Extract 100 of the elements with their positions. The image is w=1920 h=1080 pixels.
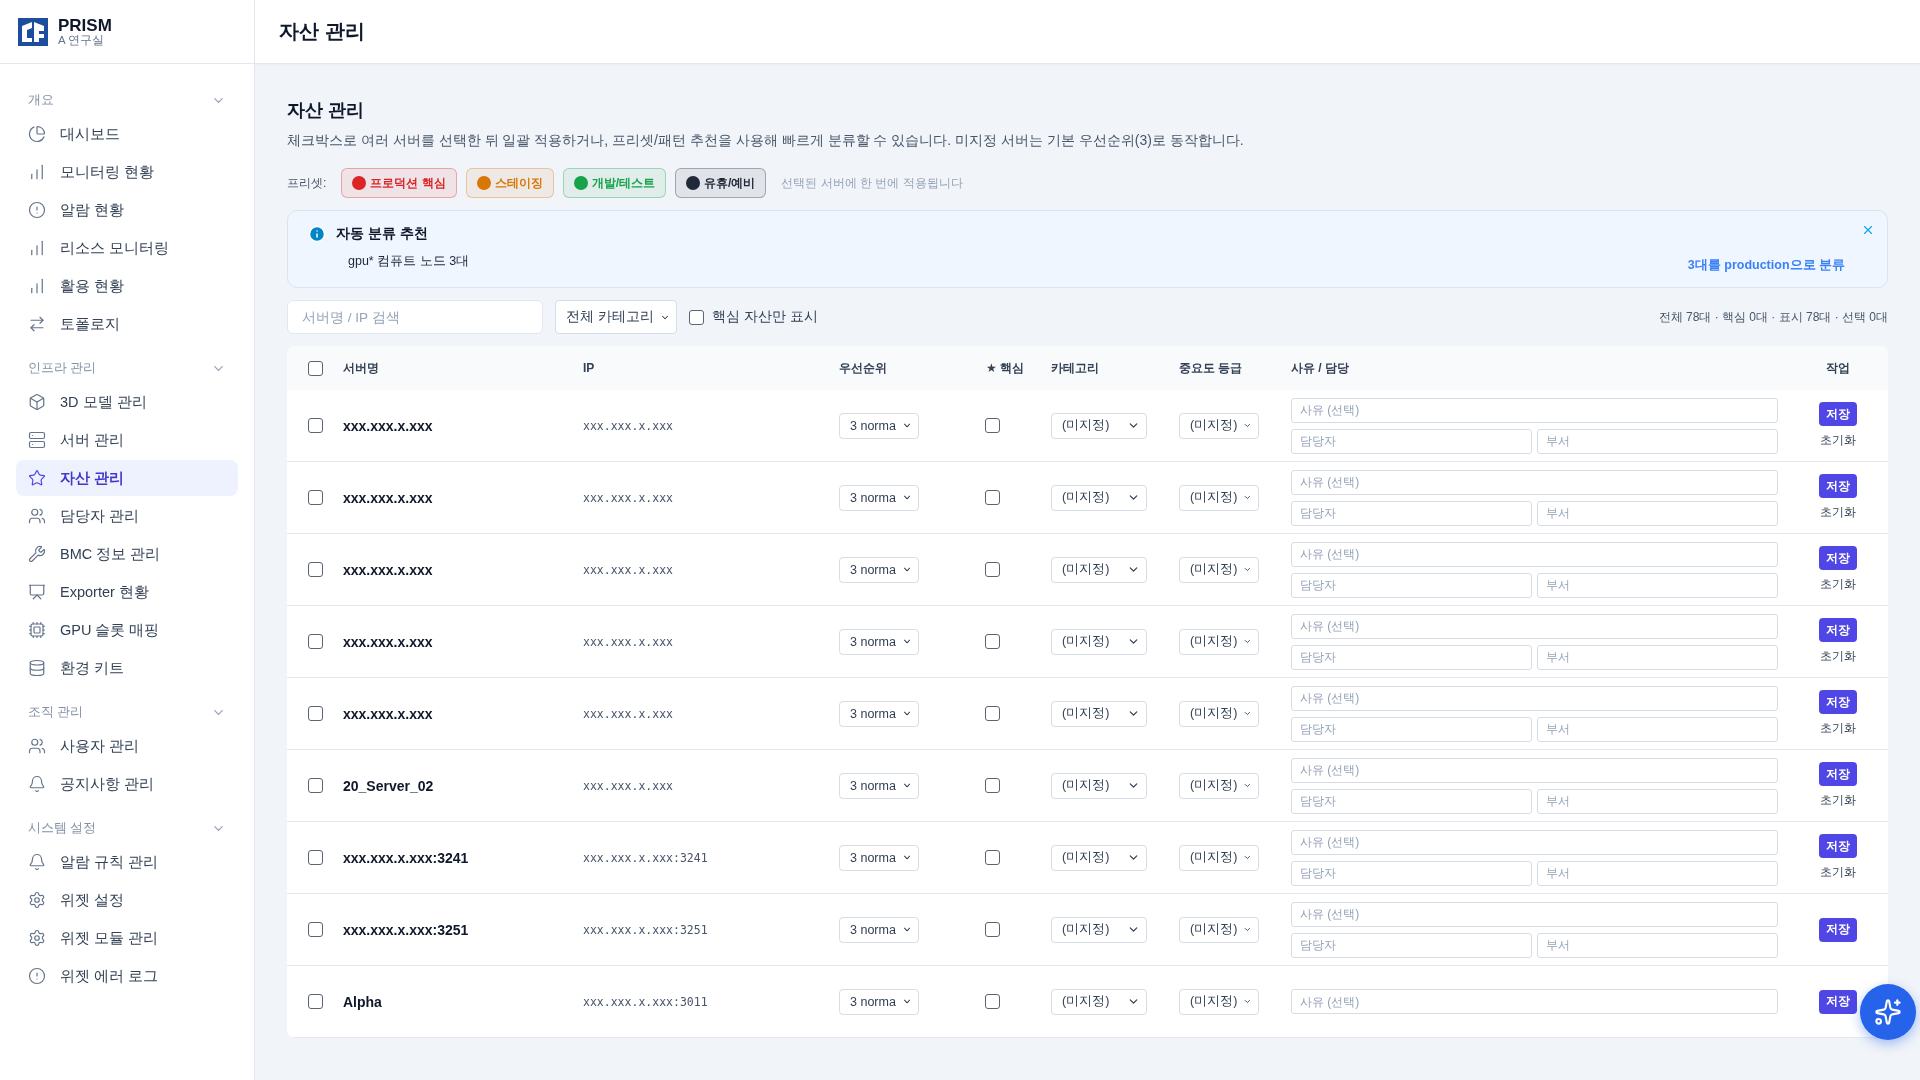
category-select[interactable]: (미지정) [1051, 700, 1147, 727]
save-button[interactable]: 저장 [1819, 989, 1857, 1014]
sidebar-item[interactable]: 알람 규칙 관리 [16, 844, 238, 880]
save-button[interactable]: 저장 [1819, 402, 1857, 426]
owner-field[interactable]: 담당자 [1291, 500, 1532, 526]
priority-select[interactable]: 3 norma [839, 772, 919, 799]
category-select[interactable]: (미지정) [1051, 916, 1147, 943]
sidebar-item[interactable]: 위젯 에러 로그 [16, 958, 238, 994]
save-button[interactable]: 저장 [1819, 618, 1857, 642]
reset-button[interactable]: 초기화 [1820, 432, 1856, 449]
sidebar-item[interactable]: 공지사항 관리 [16, 766, 238, 802]
row-checkbox[interactable] [307, 418, 323, 433]
category-select[interactable]: (미지정) [1051, 556, 1147, 583]
row-checkbox[interactable] [307, 922, 323, 937]
sidebar-item[interactable]: 활용 현황 [16, 268, 238, 304]
row-checkbox[interactable] [307, 994, 323, 1009]
owner-field[interactable]: 담당자 [1291, 428, 1532, 454]
reason-field[interactable]: 사유 (선택) [1291, 397, 1778, 423]
sidebar-item[interactable]: 환경 키트 [16, 650, 238, 686]
sidebar-item[interactable]: BMC 정보 관리 [16, 536, 238, 572]
row-checkbox[interactable] [307, 634, 323, 649]
sidebar-item[interactable]: 위젯 설정 [16, 882, 238, 918]
priority-select[interactable]: 3 norma [839, 556, 919, 583]
core-checkbox[interactable] [985, 706, 1000, 721]
sidebar-item[interactable]: 대시보드 [16, 116, 238, 152]
core-only-checkbox[interactable]: 핵심 자산만 표시 [689, 308, 818, 326]
priority-select[interactable]: 3 norma [839, 916, 919, 943]
core-checkbox[interactable] [985, 562, 1000, 577]
grade-select[interactable]: (미지정) [1179, 916, 1259, 943]
core-checkbox[interactable] [985, 418, 1000, 433]
reset-button[interactable]: 초기화 [1820, 792, 1856, 809]
grade-select[interactable]: (미지정) [1179, 700, 1259, 727]
priority-select[interactable]: 3 norma [839, 484, 919, 511]
preset-button[interactable]: 유휴/예비 [675, 168, 767, 198]
sidebar-item[interactable]: GPU 슬롯 매핑 [16, 612, 238, 648]
category-select[interactable]: (미지정) [1051, 412, 1147, 439]
department-field[interactable]: 부서 [1537, 428, 1778, 454]
priority-select[interactable]: 3 norma [839, 988, 919, 1015]
row-checkbox[interactable] [307, 562, 323, 577]
owner-field[interactable]: 담당자 [1291, 572, 1532, 598]
sidebar-item[interactable]: 위젯 모듈 관리 [16, 920, 238, 956]
reset-button[interactable]: 초기화 [1820, 720, 1856, 737]
sidebar-item[interactable]: 담당자 관리 [16, 498, 238, 534]
reason-field[interactable]: 사유 (선택) [1291, 469, 1778, 495]
save-button[interactable]: 저장 [1819, 690, 1857, 714]
owner-field[interactable]: 담당자 [1291, 932, 1532, 958]
sidebar-item[interactable]: 알람 현황 [16, 192, 238, 228]
core-checkbox[interactable] [985, 778, 1000, 793]
department-field[interactable]: 부서 [1537, 716, 1778, 742]
sidebar-item[interactable]: 3D 모델 관리 [16, 384, 238, 420]
reset-button[interactable]: 초기화 [1820, 504, 1856, 521]
sidebar-item[interactable]: 리소스 모니터링 [16, 230, 238, 266]
reason-field[interactable]: 사유 (선택) [1291, 901, 1778, 927]
sidebar-item[interactable]: 자산 관리 [16, 460, 238, 496]
category-select[interactable]: (미지정) [1051, 844, 1147, 871]
save-button[interactable]: 저장 [1819, 762, 1857, 786]
row-checkbox[interactable] [307, 850, 323, 865]
category-select[interactable]: (미지정) [1051, 628, 1147, 655]
grade-select[interactable]: (미지정) [1179, 484, 1259, 511]
owner-field[interactable]: 담당자 [1291, 860, 1532, 886]
priority-select[interactable]: 3 norma [839, 412, 919, 439]
search-field[interactable]: 서버명 / IP 검색 [287, 300, 543, 334]
core-checkbox[interactable] [985, 490, 1000, 505]
department-field[interactable]: 부서 [1537, 644, 1778, 670]
core-checkbox[interactable] [985, 994, 1000, 1009]
priority-select[interactable]: 3 norma [839, 700, 919, 727]
row-checkbox[interactable] [307, 490, 323, 505]
priority-select[interactable]: 3 norma [839, 844, 919, 871]
save-button[interactable]: 저장 [1819, 834, 1857, 858]
reason-field[interactable]: 사유 (선택) [1291, 541, 1778, 567]
assistant-button[interactable] [1860, 984, 1916, 1040]
preset-button[interactable]: 프로덕션 핵심 [341, 168, 457, 198]
owner-field[interactable]: 담당자 [1291, 644, 1532, 670]
grade-select[interactable]: (미지정) [1179, 988, 1259, 1015]
department-field[interactable]: 부서 [1537, 572, 1778, 598]
core-checkbox[interactable] [985, 850, 1000, 865]
sidebar-item[interactable]: 토폴로지 [16, 306, 238, 342]
grade-select[interactable]: (미지정) [1179, 412, 1259, 439]
row-checkbox[interactable] [307, 778, 323, 793]
reason-field[interactable]: 사유 (선택) [1291, 685, 1778, 711]
core-checkbox[interactable] [985, 922, 1000, 937]
grade-select[interactable]: (미지정) [1179, 556, 1259, 583]
category-select[interactable]: (미지정) [1051, 772, 1147, 799]
reset-button[interactable]: 초기화 [1820, 864, 1856, 881]
department-field[interactable]: 부서 [1537, 932, 1778, 958]
department-field[interactable]: 부서 [1537, 500, 1778, 526]
grade-select[interactable]: (미지정) [1179, 628, 1259, 655]
row-checkbox[interactable] [307, 706, 323, 721]
grade-select[interactable]: (미지정) [1179, 772, 1259, 799]
sidebar-item[interactable]: Exporter 현황 [16, 574, 238, 610]
select-all-checkbox[interactable] [307, 360, 323, 376]
priority-select[interactable]: 3 norma [839, 628, 919, 655]
core-checkbox[interactable] [985, 634, 1000, 649]
sidebar-item[interactable]: 서버 관리 [16, 422, 238, 458]
save-button[interactable]: 저장 [1819, 546, 1857, 570]
reset-button[interactable]: 초기화 [1820, 576, 1856, 593]
department-field[interactable]: 부서 [1537, 788, 1778, 814]
sidebar-item[interactable]: 모니터링 현황 [16, 154, 238, 190]
owner-field[interactable]: 담당자 [1291, 716, 1532, 742]
reason-field[interactable]: 사유 (선택) [1291, 613, 1778, 639]
